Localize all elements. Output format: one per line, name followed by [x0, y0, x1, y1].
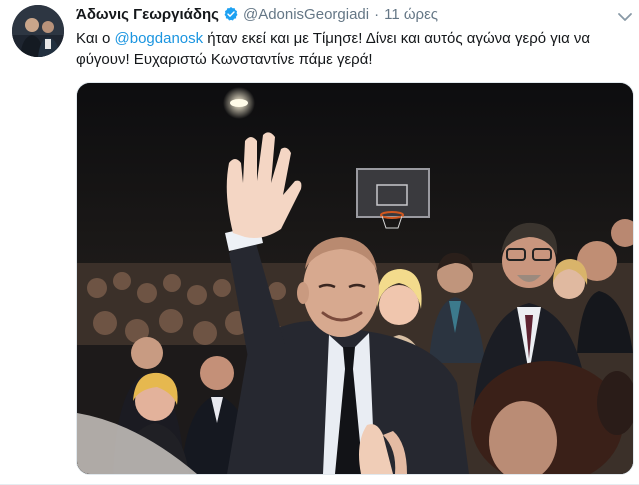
chevron-down-icon[interactable] — [617, 9, 633, 21]
display-name[interactable]: Άδωνις Γεωργιάδης — [76, 6, 219, 23]
tweet-text-start: Και ο — [76, 30, 115, 47]
handle[interactable]: @AdonisGeorgiadi — [243, 6, 369, 23]
avatar-photo — [12, 5, 64, 57]
tweet-header: Άδωνις Γεωργιάδης @AdonisGeorgiadi · 11 … — [76, 4, 609, 24]
avatar[interactable] — [12, 5, 64, 57]
tweet[interactable]: Άδωνις Γεωργιάδης @AdonisGeorgiadi · 11 … — [0, 0, 639, 485]
tweet-text: Και ο @bogdanosk ήταν εκεί και με Τίμησε… — [76, 28, 624, 70]
tweet-photo[interactable] — [76, 82, 634, 475]
mention-link[interactable]: @bogdanosk — [115, 30, 204, 47]
timestamp[interactable]: 11 ώρες — [384, 6, 438, 23]
verified-badge-icon — [223, 6, 239, 22]
event-photo — [77, 83, 633, 474]
separator-dot: · — [374, 5, 380, 23]
